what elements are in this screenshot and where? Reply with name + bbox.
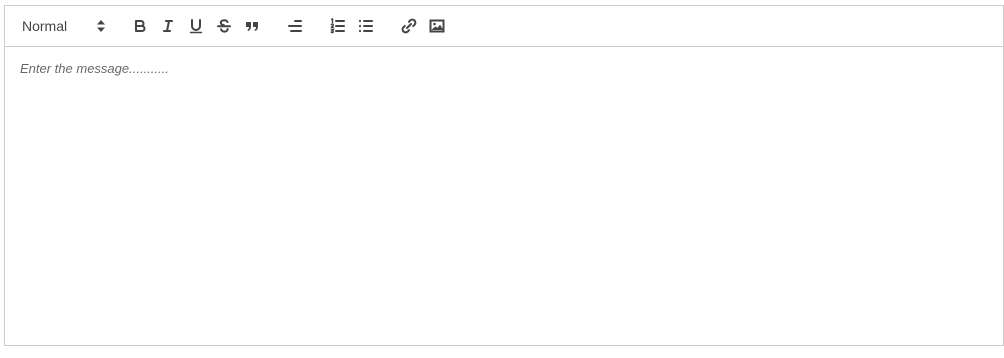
image-button[interactable] xyxy=(426,15,448,37)
header-format-value: Normal xyxy=(22,18,68,34)
strikethrough-button[interactable] xyxy=(213,15,235,37)
link-button[interactable] xyxy=(398,15,420,37)
italic-icon xyxy=(163,20,173,32)
link-icon xyxy=(401,18,417,34)
ordered-list-icon xyxy=(330,18,345,34)
align-button[interactable] xyxy=(284,15,306,37)
strikethrough-icon xyxy=(217,19,231,33)
bullet-list-icon xyxy=(358,19,373,33)
message-placeholder: Enter the message........... xyxy=(20,61,169,76)
ordered-list-button[interactable] xyxy=(327,15,349,37)
editor-toolbar: Normal xyxy=(5,6,1003,47)
blockquote-icon xyxy=(246,22,258,31)
message-editor-area[interactable]: Enter the message........... xyxy=(5,47,1003,345)
select-arrows-icon xyxy=(97,20,105,32)
bullet-list-button[interactable] xyxy=(355,15,377,37)
italic-button[interactable] xyxy=(157,15,179,37)
header-format-select[interactable]: Normal xyxy=(5,13,111,39)
blockquote-button[interactable] xyxy=(241,15,263,37)
underline-button[interactable] xyxy=(185,15,207,37)
underline-icon xyxy=(189,19,203,34)
align-right-icon xyxy=(288,20,302,32)
rich-text-editor: Normal Enter the message........... xyxy=(4,5,1004,346)
bold-button[interactable] xyxy=(129,15,151,37)
image-icon xyxy=(429,19,445,33)
bold-icon xyxy=(135,20,146,32)
